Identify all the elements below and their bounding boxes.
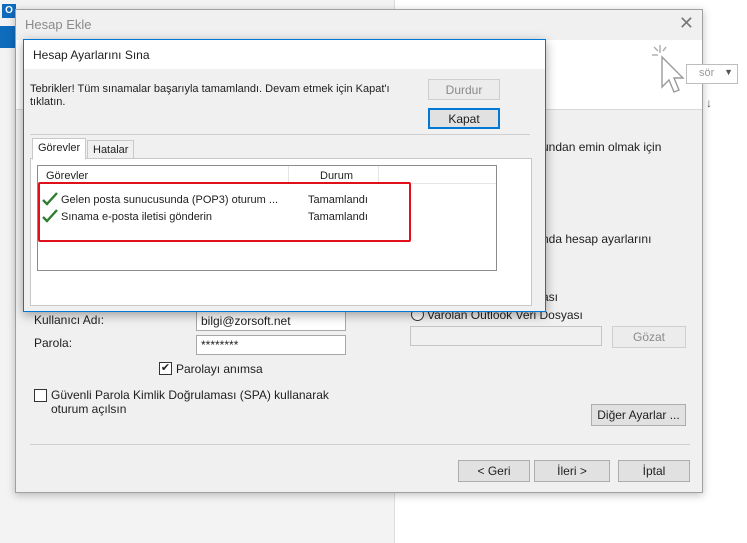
spa-label: Güvenli Parola Kimlik Doğrulaması (SPA) …: [51, 388, 329, 416]
data-file-path-input[interactable]: [410, 326, 602, 346]
file-tab[interactable]: [0, 26, 16, 48]
back-button[interactable]: < Geri: [458, 460, 530, 482]
username-input[interactable]: bilgi@zorsoft.net: [196, 311, 346, 331]
dialog-titlebar: Hesap Ayarlarını Sına: [24, 40, 545, 69]
outlook-app-icon: O: [2, 4, 16, 18]
tab-errors[interactable]: Hatalar: [87, 140, 135, 160]
profile-combo[interactable]: sör ▼: [686, 64, 738, 84]
password-input[interactable]: ********: [196, 335, 346, 355]
column-tasks[interactable]: Görevler: [46, 170, 88, 182]
dialog-separator: [30, 134, 530, 135]
dialog-title: Hesap Ayarlarını Sına: [33, 48, 150, 62]
next-button[interactable]: İleri >: [534, 460, 610, 482]
button-separator: [30, 444, 690, 445]
remember-password-label: Parolayı anımsa: [176, 362, 263, 376]
browse-button[interactable]: Gözat: [612, 326, 686, 348]
username-label: Kullanıcı Adı:: [34, 313, 105, 327]
test-account-settings-dialog: Hesap Ayarlarını Sına Tebrikler! Tüm sın…: [23, 39, 546, 312]
cancel-button[interactable]: İptal: [618, 460, 690, 482]
success-message: Tebrikler! Tüm sınamalar başarıyla tamam…: [30, 83, 390, 108]
chevron-down-icon: ▼: [724, 67, 733, 77]
column-status[interactable]: Durum: [320, 170, 353, 182]
stop-button[interactable]: Durdur: [428, 79, 500, 100]
combo-value: sör: [699, 67, 715, 79]
add-account-title: Hesap Ekle: [25, 17, 92, 32]
info-text-2: nda hesap ayarlarını: [542, 232, 652, 246]
tab-tasks[interactable]: Görevler: [32, 138, 87, 160]
close-button[interactable]: Kapat: [428, 108, 500, 129]
cursor-sparkle-icon: [652, 45, 685, 93]
highlight-annotation: [38, 182, 411, 242]
remember-password-checkbox[interactable]: ✔: [159, 362, 172, 375]
info-text-1: undan emin olmak için: [542, 140, 662, 154]
arrow-down-icon: ↓: [706, 96, 712, 110]
spa-checkbox[interactable]: [34, 389, 47, 402]
password-label: Parola:: [34, 336, 73, 350]
close-icon[interactable]: ✕: [679, 13, 694, 34]
more-settings-button[interactable]: Diğer Ayarlar ...: [591, 404, 686, 426]
